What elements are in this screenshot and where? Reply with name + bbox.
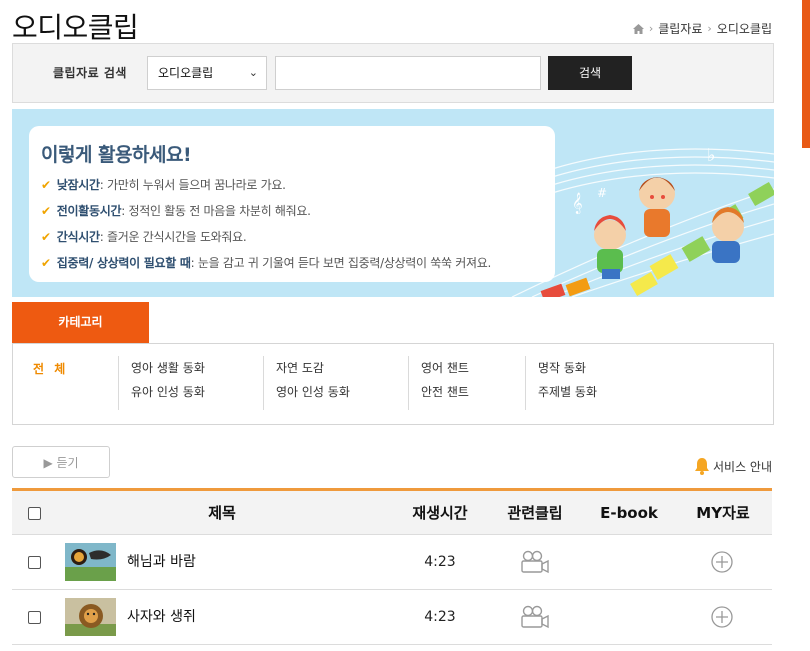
usage-tip-label: 간식시간 [56,230,100,244]
home-icon[interactable] [632,23,644,34]
clip-type-select[interactable]: 오디오클립 ⌄ [147,56,267,90]
usage-tip-label: 집중력/ 상상력이 필요할 때 [56,256,191,270]
search-panel: 클립자료 검색 오디오클립 ⌄ 검색 [12,43,774,103]
svg-text:𝄞: 𝄞 [572,193,583,214]
header-title: 제목 [208,504,236,522]
video-camera-icon[interactable] [520,605,550,629]
usage-tip-text: : 즐거운 간식시간을 도와줘요. [99,230,247,244]
clip-duration: 4:23 [424,554,456,570]
category-item[interactable]: 유아 인성 동화 [131,380,205,404]
search-label: 클립자료 검색 [53,66,127,80]
breadcrumb-item-clips[interactable]: 클립자료 [658,20,702,37]
row-checkbox[interactable] [28,556,41,569]
table-row: 사자와 생쥐 4:23 [12,590,772,645]
check-icon: ✔ [41,177,51,192]
check-icon: ✔ [41,203,51,218]
usage-banner: 𝄞 ♭ # 이렇게 활용하세요! ✔ 낮잠시간: 가만히 누워서 들으며 꿈나… [12,109,774,297]
usage-tip: ✔ 간식시간 : 즐거운 간식시간을 도와줘요. [41,228,247,245]
category-column: 자연 도감 영아 인성 동화 [263,356,350,410]
svg-text:#: # [597,186,607,200]
category-column: 영아 생활 동화 유아 인성 동화 [118,356,205,410]
category-column: 명작 동화 주제별 동화 [525,356,597,410]
chevron-down-icon: ⌄ [248,66,258,79]
usage-tip-text: : 정적인 활동 전 마음을 차분히 해줘요. [121,204,311,218]
clip-duration: 4:23 [424,609,456,625]
service-info-link[interactable]: 서비스 안내 [694,457,772,475]
header-ebook: E-book [600,504,658,522]
clip-title-link[interactable]: 사자와 생쥐 [127,590,196,645]
clip-type-select-value: 오디오클립 [158,66,214,80]
breadcrumb-item-audioclip[interactable]: 오디오클립 [717,20,772,37]
search-input[interactable] [275,56,541,90]
listen-button[interactable]: ▶ 듣기 [12,446,110,478]
usage-tips-card: 이렇게 활용하세요! ✔ 낮잠시간 : 가만히 누워서 들으며 꿈나라로 가요.… [29,126,555,282]
chevron-right-icon: › [707,22,712,35]
header-duration: 재생시간 [412,504,468,522]
clip-thumbnail[interactable] [65,598,116,636]
category-column: 영어 챈트 안전 챈트 [408,356,469,410]
usage-tip-text: : 가만히 누워서 들으며 꿈나라로 가요. [99,178,286,192]
svg-text:♭: ♭ [707,145,716,166]
add-to-my-icon[interactable] [711,551,733,573]
usage-tip: ✔ 전이활동시간 : 정적인 활동 전 마음을 차분히 해줘요. [41,202,311,219]
usage-tip: ✔ 낮잠시간 : 가만히 누워서 들으며 꿈나라로 가요. [41,176,286,193]
page-title: 오디오클립 [12,11,139,44]
check-icon: ✔ [41,255,51,270]
category-item[interactable]: 자연 도감 [276,356,350,380]
add-to-my-icon[interactable] [711,606,733,628]
check-icon: ✔ [41,229,51,244]
service-info-label: 서비스 안내 [712,459,772,474]
select-all-checkbox[interactable] [28,507,41,520]
usage-tip-text: : 눈을 감고 귀 기울여 듣다 보면 집중력/상상력이 쑥쑥 커져요. [190,256,492,270]
list-header: 제목 재생시간 관련클립 E-book MY자료 [12,488,772,535]
table-row: 해님과 바람 4:23 [12,535,772,590]
video-camera-icon[interactable] [520,550,550,574]
usage-tip-label: 전이활동시간 [56,204,122,218]
breadcrumb: › 클립자료 › 오디오클립 [632,20,772,37]
usage-tip-label: 낮잠시간 [56,178,100,192]
category-item[interactable]: 안전 챈트 [421,380,469,404]
category-item[interactable]: 영아 생활 동화 [131,356,205,380]
category-all[interactable]: 전 체 [33,360,68,377]
header-related-clip: 관련클립 [507,504,563,522]
tab-category[interactable]: 카테고리 [12,302,149,343]
clip-thumbnail[interactable] [65,543,116,581]
category-item[interactable]: 주제별 동화 [538,380,597,404]
search-button[interactable]: 검색 [548,56,632,90]
category-item[interactable]: 명작 동화 [538,356,597,380]
usage-tips-heading: 이렇게 활용하세요! [41,144,192,166]
edge-accent-bar [802,0,810,148]
category-item[interactable]: 영어 챈트 [421,356,469,380]
chevron-right-icon: › [648,22,654,35]
clip-title-link[interactable]: 해님과 바람 [127,535,196,590]
category-item[interactable]: 영아 인성 동화 [276,380,350,404]
usage-tip: ✔ 집중력/ 상상력이 필요할 때 : 눈을 감고 귀 기울여 듣다 보면 집중… [41,254,491,271]
bell-icon [694,458,709,475]
header-my: MY자료 [696,504,750,522]
row-checkbox[interactable] [28,611,41,624]
category-panel: 전 체 영아 생활 동화 유아 인성 동화 자연 도감 영아 인성 동화 영어 … [12,343,774,425]
